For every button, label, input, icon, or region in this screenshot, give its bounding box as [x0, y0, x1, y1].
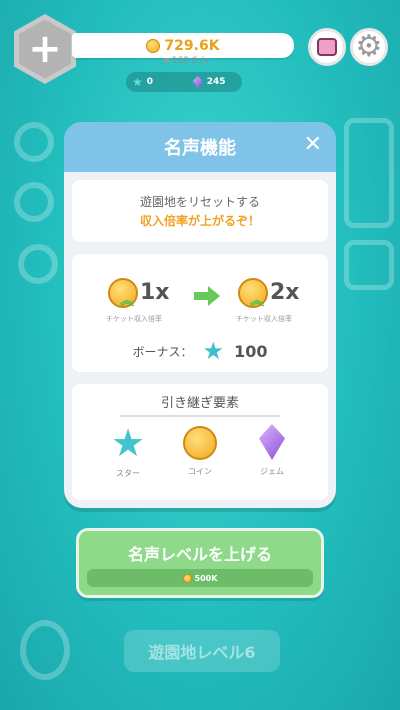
level-up-label: 名声レベルを上げる [127, 545, 272, 564]
cost-value: 500K [194, 573, 218, 583]
add-button[interactable]: + [14, 14, 76, 84]
star-icon: ★ [202, 337, 225, 365]
gem-icon [259, 424, 285, 460]
gem-count: 245 [206, 77, 226, 87]
shop-button[interactable] [308, 28, 346, 66]
multiplier-row: ︽ 1x チケット収入倍率 ︽ 2x チケット収入倍率 [72, 278, 328, 328]
prestige-dialog: 名声機能 ✕ 遊園地をリセットする 収入倍率が上がるぞ！ ︽ 1x チケット収入… [64, 122, 336, 508]
gem-icon [192, 76, 203, 88]
plus-icon: + [19, 19, 71, 79]
carryover-card: 引き継ぎ要素 ★ スター コイン ジェム [72, 384, 328, 500]
prestige-level-up-button[interactable]: 名声レベルを上げる 500K [76, 528, 324, 598]
gear-icon: ⚙ [355, 29, 383, 64]
reset-description-card: 遊園地をリセットする 収入倍率が上がるぞ！ [72, 180, 328, 242]
carryover-item-coin: コイン [170, 424, 230, 477]
bg-decoration [20, 620, 70, 680]
carryover-title: 引き継ぎ要素 [120, 392, 280, 417]
multiplier-caption: チケット収入倍率 [106, 315, 162, 323]
carryover-label: スター [116, 469, 140, 478]
next-multiplier: ︽ 2x チケット収入倍率 [236, 278, 316, 328]
star-count: 0 [146, 77, 154, 87]
bg-decoration [344, 118, 394, 228]
next-multiplier-value: 2x [270, 280, 300, 305]
dialog-title: 名声機能 [164, 138, 236, 159]
income-rate: 162.6 /s [80, 53, 292, 68]
coin-icon [146, 38, 161, 53]
chevron-up-icon: ︽ [120, 293, 134, 309]
close-icon[interactable]: ✕ [304, 134, 322, 156]
chevron-up-icon: ︽ [250, 293, 264, 309]
coin-amount: 729.6K [164, 37, 220, 54]
currency-bar: ★ 0 245 [126, 72, 242, 92]
bg-decoration [18, 244, 58, 284]
dialog-header: 名声機能 ✕ [64, 122, 336, 172]
park-level-label: 遊園地レベル6 [124, 630, 280, 672]
star-icon: ★ [110, 421, 146, 465]
rate-value: 162.6 [171, 55, 198, 66]
reset-highlight: 収入倍率が上がるぞ！ [139, 214, 260, 228]
carryover-label: コイン [188, 467, 212, 476]
settings-button[interactable]: ⚙ [350, 28, 388, 66]
carryover-item-gem: ジェム [242, 424, 302, 477]
level-up-cost: 500K [87, 569, 313, 587]
bg-decoration [14, 122, 54, 162]
reset-description: 遊園地をリセットする [139, 195, 260, 209]
bag-icon [317, 38, 337, 56]
bg-decoration [344, 240, 394, 290]
star-icon: ★ [132, 75, 143, 89]
current-multiplier: ︽ 1x チケット収入倍率 [106, 278, 186, 328]
rate-unit: /s [200, 55, 209, 66]
multiplier-card: ︽ 1x チケット収入倍率 ︽ 2x チケット収入倍率 ボーナス： ★ 100 [72, 254, 328, 372]
rate-icon [163, 58, 169, 63]
coin-icon [182, 573, 192, 583]
arrow-right-icon [194, 286, 220, 306]
coin-icon [183, 426, 217, 460]
carryover-label: ジェム [260, 467, 284, 476]
bg-decoration [14, 182, 54, 222]
current-multiplier-value: 1x [140, 280, 170, 305]
bonus-row: ボーナス： ★ 100 [72, 338, 328, 364]
bonus-label: ボーナス： [132, 344, 193, 359]
multiplier-caption: チケット収入倍率 [236, 315, 292, 323]
bonus-value: 100 [234, 341, 268, 361]
carryover-item-star: ★ スター [98, 424, 158, 479]
